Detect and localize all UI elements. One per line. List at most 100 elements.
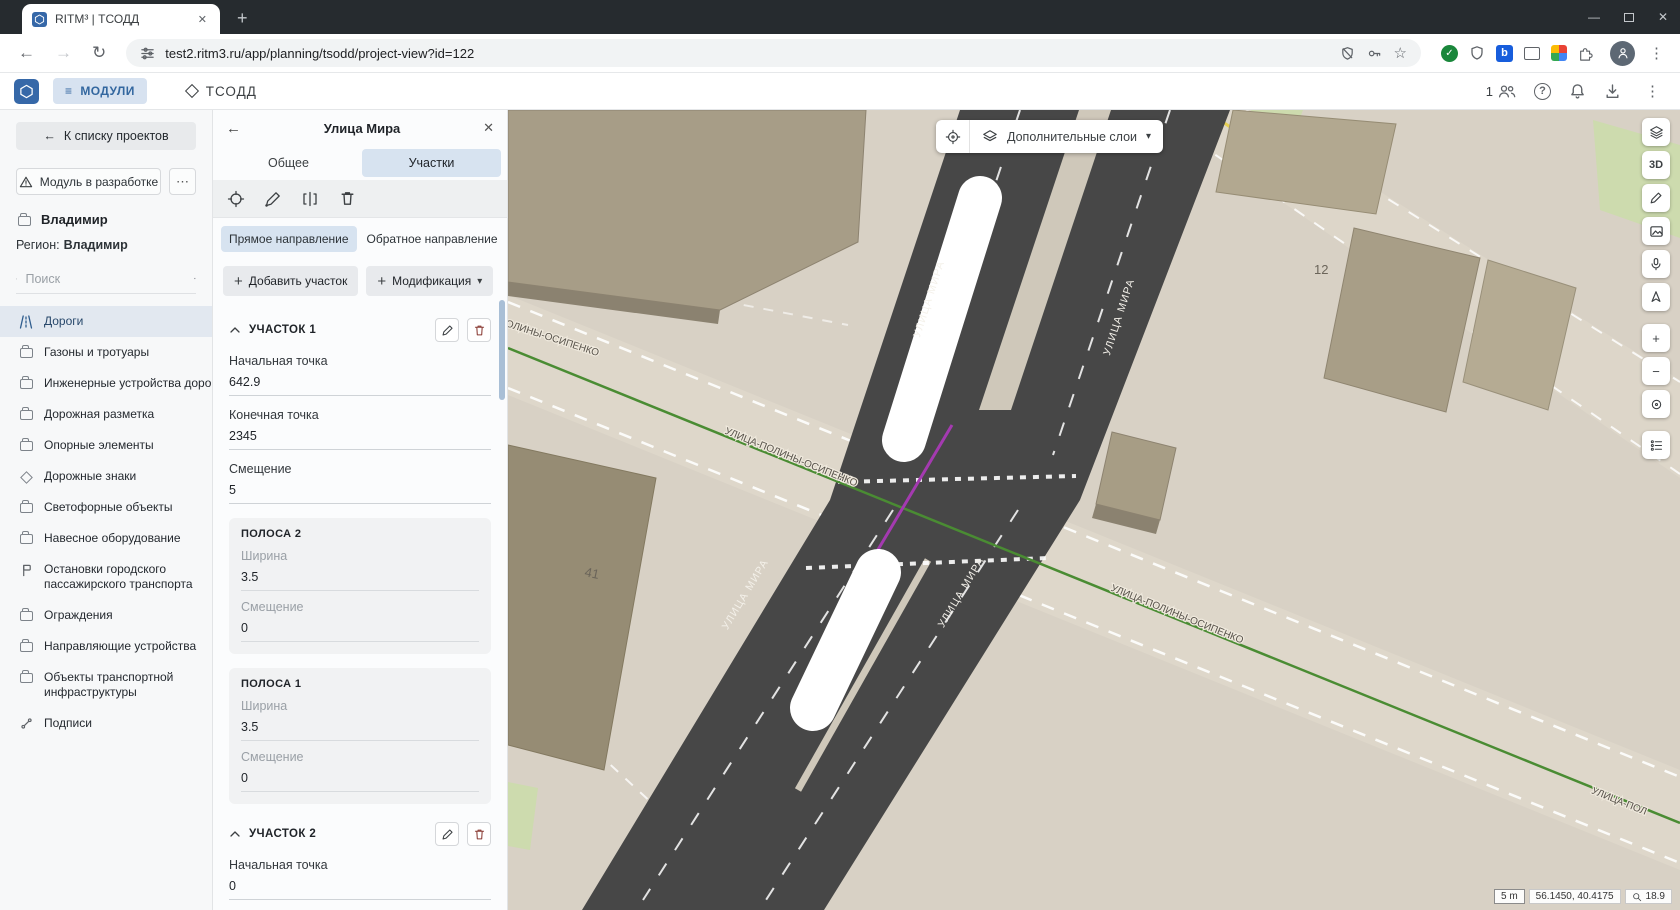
- extensions-puzzle-icon[interactable]: [1578, 45, 1594, 61]
- search-field[interactable]: [16, 264, 196, 294]
- target-tool-icon[interactable]: [225, 188, 247, 210]
- new-tab-button[interactable]: +: [232, 8, 253, 29]
- modification-button[interactable]: + Модификация ▾: [366, 266, 493, 296]
- mode-3d-button[interactable]: 3D: [1642, 151, 1670, 179]
- zoom-out-button[interactable]: −: [1642, 357, 1670, 385]
- app-title: ТСОДД: [206, 84, 257, 99]
- filter-icon[interactable]: [194, 271, 196, 286]
- direction-forward-tab[interactable]: Прямое направление: [221, 226, 357, 252]
- end-point-value[interactable]: 2345: [229, 429, 491, 450]
- back-to-projects-button[interactable]: ← К списку проектов: [16, 122, 196, 150]
- panel-back-icon[interactable]: ←: [226, 120, 241, 137]
- back-icon[interactable]: ←: [10, 43, 43, 63]
- vpn-shield-icon[interactable]: [1340, 46, 1355, 61]
- zoom-in-button[interactable]: +: [1642, 324, 1670, 352]
- help-button[interactable]: ?: [1534, 83, 1551, 100]
- search-input[interactable]: [25, 272, 186, 286]
- address-bar[interactable]: test2.ritm3.ru/app/planning/tsodd/projec…: [126, 39, 1421, 67]
- lane-width-value[interactable]: 3.5: [241, 720, 479, 741]
- map-view[interactable]: 41 12 УЛИЦА МИРА УЛИЦА МИРА УЛИЦА МИРА У…: [508, 110, 1680, 910]
- additional-layers-button[interactable]: Дополнительные слои ▾: [970, 129, 1163, 145]
- direction-backward-tab[interactable]: Обратное направление: [359, 226, 506, 252]
- my-location-button[interactable]: [1642, 390, 1670, 418]
- sidebar-item-supports[interactable]: Опорные элементы: [0, 430, 212, 461]
- tab-sections[interactable]: Участки: [362, 149, 501, 177]
- bookmark-star-icon[interactable]: ☆: [1394, 44, 1407, 62]
- plus-icon: +: [377, 274, 386, 289]
- tab-general[interactable]: Общее: [219, 149, 358, 177]
- sidebar-item-fences[interactable]: Ограждения: [0, 600, 212, 631]
- delete-section-button[interactable]: [467, 822, 491, 846]
- split-section-tool-icon[interactable]: [299, 188, 321, 210]
- sidebar-item-guiding-devices[interactable]: Направляющие устройства: [0, 631, 212, 662]
- screenshot-button[interactable]: [1642, 217, 1670, 245]
- legend-button[interactable]: [1642, 431, 1670, 459]
- zoom-value: 18.9: [1646, 891, 1665, 902]
- lane-offset-value[interactable]: 0: [241, 771, 479, 792]
- url-text[interactable]: test2.ritm3.ru/app/planning/tsodd/projec…: [165, 46, 1329, 61]
- start-point-value[interactable]: 642.9: [229, 375, 491, 396]
- chevron-up-icon[interactable]: [229, 324, 241, 336]
- orientation-button[interactable]: [1642, 283, 1670, 311]
- shield-extension-icon[interactable]: [1469, 45, 1485, 61]
- edit-section-button[interactable]: [435, 822, 459, 846]
- offset-value[interactable]: 5: [229, 483, 491, 504]
- sidebar-more-button[interactable]: ⋯: [169, 168, 196, 195]
- sidebar-item-labels[interactable]: Подписи: [0, 708, 212, 739]
- sections-list: УЧАСТОК 1 Начальная точка 642.9 Конечная…: [213, 308, 507, 910]
- key-icon[interactable]: [1367, 46, 1382, 61]
- panel-close-icon[interactable]: ✕: [483, 120, 494, 136]
- sidebar-item-traffic-lights[interactable]: Светофорные объекты: [0, 492, 212, 523]
- sidebar-item-engineering[interactable]: Инженерные устройства дороги: [0, 368, 212, 399]
- add-section-button[interactable]: + Добавить участок: [223, 266, 358, 296]
- building-number: 12: [1314, 262, 1328, 277]
- measure-button[interactable]: [1642, 250, 1670, 278]
- reload-icon[interactable]: ↻: [84, 43, 114, 63]
- tab-close-icon[interactable]: ✕: [195, 12, 210, 27]
- start-point-value[interactable]: 0: [229, 879, 491, 900]
- sidebar-item-markings[interactable]: Дорожная разметка: [0, 399, 212, 430]
- sidebar-item-roads[interactable]: Дороги: [0, 306, 212, 337]
- browser-menu-icon[interactable]: ⋮: [1643, 44, 1670, 62]
- browser-window: RITM³ | ТСОДД ✕ + — ✕ ← → ↻ test2.ritm3.…: [0, 0, 1680, 910]
- lane-offset-value[interactable]: 0: [241, 621, 479, 642]
- sidebar-item-label: Дороги: [44, 314, 83, 329]
- forward-icon[interactable]: →: [47, 43, 80, 63]
- app-menu-icon[interactable]: ⋮: [1639, 82, 1666, 100]
- draw-button[interactable]: [1642, 184, 1670, 212]
- download-icon[interactable]: [1604, 83, 1621, 100]
- sidebar-item-bus-stops[interactable]: Остановки городского пассажирского транс…: [0, 554, 212, 600]
- sidebar-item-label: Газоны и тротуары: [44, 345, 149, 360]
- app-logo-icon[interactable]: [14, 79, 39, 104]
- profile-avatar[interactable]: [1610, 41, 1635, 66]
- card-extension-icon[interactable]: [1524, 47, 1540, 60]
- window-minimize-icon[interactable]: —: [1588, 10, 1600, 24]
- bitwarden-extension-icon[interactable]: b: [1496, 45, 1513, 62]
- browser-tab[interactable]: RITM³ | ТСОДД ✕: [22, 4, 220, 34]
- edit-section-button[interactable]: [435, 318, 459, 342]
- locate-target-button[interactable]: [936, 120, 970, 153]
- delete-section-button[interactable]: [467, 318, 491, 342]
- check-badge-extension-icon[interactable]: ✓: [1441, 45, 1458, 62]
- project-row[interactable]: Владимир: [16, 212, 196, 227]
- chevron-up-icon[interactable]: [229, 828, 241, 840]
- online-users-button[interactable]: 1: [1486, 84, 1516, 99]
- window-maximize-icon[interactable]: [1624, 13, 1634, 22]
- sidebar-item-lawns[interactable]: Газоны и тротуары: [0, 337, 212, 368]
- notifications-bell-icon[interactable]: [1569, 83, 1586, 100]
- panel-scrollbar[interactable]: [499, 300, 505, 400]
- browser-tab-strip: RITM³ | ТСОДД ✕ + — ✕: [0, 0, 1680, 34]
- map-canvas[interactable]: 41 12 УЛИЦА МИРА УЛИЦА МИРА УЛИЦА МИРА У…: [508, 110, 1680, 910]
- window-close-icon[interactable]: ✕: [1658, 10, 1668, 24]
- layers-stack-button[interactable]: [1642, 118, 1670, 146]
- folder-icon: [18, 671, 34, 683]
- lane-width-value[interactable]: 3.5: [241, 570, 479, 591]
- sidebar-item-transport-infrastructure[interactable]: Объекты транспортной инфраструктуры: [0, 662, 212, 708]
- modules-button[interactable]: ≡ МОДУЛИ: [53, 78, 147, 104]
- site-settings-icon[interactable]: [140, 46, 155, 61]
- color-extension-icon[interactable]: [1551, 45, 1567, 61]
- sidebar-item-mounted-equipment[interactable]: Навесное оборудование: [0, 523, 212, 554]
- sidebar-item-road-signs[interactable]: Дорожные знаки: [0, 461, 212, 492]
- draw-geometry-tool-icon[interactable]: [262, 188, 284, 210]
- delete-tool-icon[interactable]: [336, 188, 358, 210]
